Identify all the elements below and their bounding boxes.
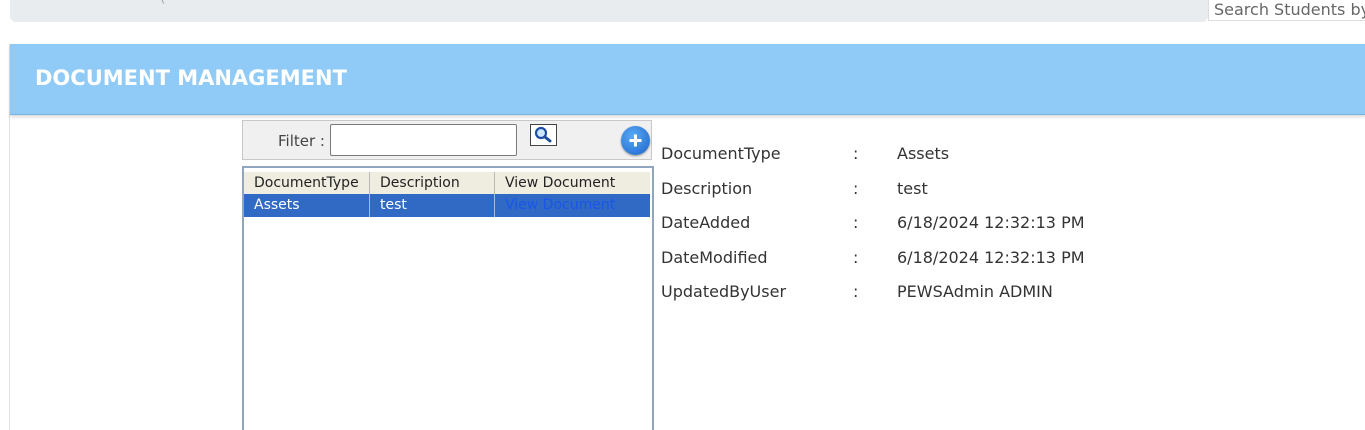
panel-header: DOCUMENT MANAGEMENT [10,44,1365,115]
top-breadcrumb-bar: ( [10,0,1208,22]
cell-description: test [369,194,494,217]
detail-label: UpdatedByUser [661,282,787,301]
detail-label: Description [661,179,753,198]
detail-separator: : [853,144,859,163]
filter-label: Filter : [278,132,325,150]
detail-separator: : [853,248,859,267]
filter-input[interactable] [330,124,517,156]
detail-label: DateModified [661,248,768,267]
detail-separator: : [853,213,859,232]
grid-header: DocumentType Description View Document [244,172,650,194]
detail-value: 6/18/2024 12:32:13 PM [897,213,1085,232]
header-description[interactable]: Description [369,172,494,194]
panel-title: DOCUMENT MANAGEMENT [35,66,347,90]
detail-value: PEWSAdmin ADMIN [897,282,1053,301]
documents-grid: DocumentType Description View Document A… [242,166,654,430]
cell-document-type: Assets [254,197,300,213]
view-document-link[interactable]: View Document [494,194,650,217]
detail-value: 6/18/2024 12:32:13 PM [897,248,1085,267]
detail-separator: : [853,179,859,198]
search-button[interactable] [530,124,557,146]
detail-value: Assets [897,144,950,163]
header-document-type[interactable]: DocumentType [244,172,369,194]
student-search-box[interactable] [1208,0,1365,21]
document-management-panel: DOCUMENT MANAGEMENT [9,44,1365,430]
detail-separator: : [853,282,859,301]
brand-mark-icon [82,0,92,2]
table-row[interactable]: Assets test View Document [244,194,650,217]
detail-value: test [897,179,928,198]
filter-bar: Filter : [242,120,652,160]
top-bar-fragment: ( [160,0,165,6]
detail-label: DateAdded [661,213,751,232]
magnifier-icon [534,126,552,143]
plus-circle-icon [629,134,642,147]
student-search-input[interactable] [1209,0,1365,20]
detail-label: DocumentType [661,144,781,163]
header-view-document[interactable]: View Document [494,172,650,194]
add-document-button[interactable] [621,126,650,155]
